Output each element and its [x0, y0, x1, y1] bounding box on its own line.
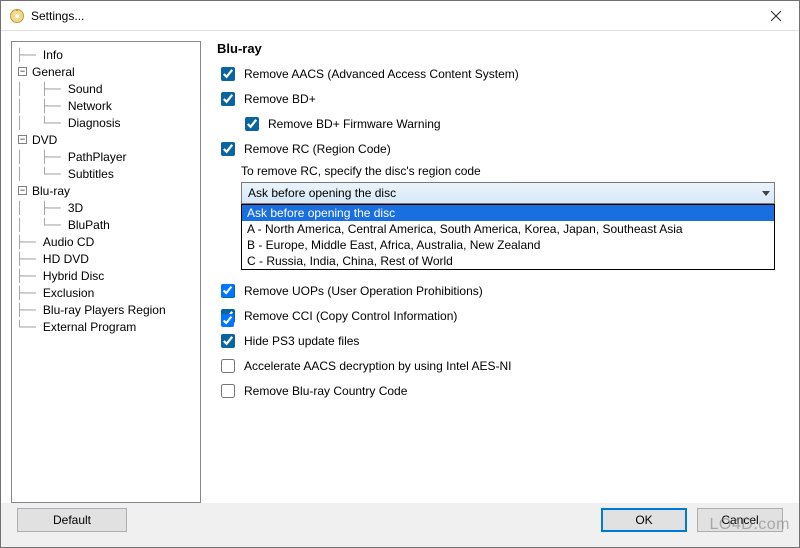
tree-item-label: Blu-ray [30, 184, 72, 198]
section-title: Blu-ray [217, 41, 783, 56]
region-code-option[interactable]: B - Europe, Middle East, Africa, Austral… [242, 237, 774, 253]
tree-item[interactable]: ├── Info [16, 46, 198, 63]
remove-aacs-input[interactable] [221, 67, 235, 81]
navigation-tree[interactable]: ├── Info−General│ ├── Sound│ ├── Network… [11, 41, 201, 503]
remove-rc-checkbox[interactable]: Remove RC (Region Code) [217, 139, 783, 159]
remove-rc-input[interactable] [221, 142, 235, 156]
region-code-option[interactable]: C - Russia, India, China, Rest of World [242, 253, 774, 269]
tree-item[interactable]: −Blu-ray [16, 182, 198, 199]
remove-aacs-checkbox[interactable]: Remove AACS (Advanced Access Content Sys… [217, 64, 783, 84]
tree-item-label: Network [66, 99, 114, 113]
ok-button[interactable]: OK [601, 508, 687, 532]
ok-button-label: OK [635, 513, 652, 527]
remove-bdplus-fw-label: Remove BD+ Firmware Warning [268, 117, 441, 131]
region-code-value: Ask before opening the disc [248, 186, 396, 200]
hide-ps3-input[interactable] [221, 334, 235, 348]
tree-item-label: Hybrid Disc [41, 269, 106, 283]
accel-aacs-input[interactable] [221, 359, 235, 373]
tree-item-label: Info [41, 48, 65, 62]
tree-item[interactable]: └── External Program [16, 318, 198, 335]
region-code-option[interactable]: Ask before opening the disc [242, 205, 774, 221]
remove-uops-checkbox[interactable]: Remove UOPs (User Operation Prohibitions… [217, 281, 783, 301]
cancel-button[interactable]: Cancel [697, 508, 783, 532]
obscured-checkbox-1[interactable] [217, 281, 237, 300]
tree-item-label: Blu-ray Players Region [41, 303, 168, 317]
tree-item[interactable]: ├── Hybrid Disc [16, 267, 198, 284]
tree-item-label: Subtitles [66, 167, 116, 181]
remove-rc-label: Remove RC (Region Code) [244, 142, 391, 156]
rc-subtext: To remove RC, specify the disc's region … [241, 164, 783, 178]
tree-expander-icon[interactable]: − [18, 186, 27, 195]
body: ├── Info−General│ ├── Sound│ ├── Network… [1, 31, 799, 503]
content-panel: Blu-ray Remove AACS (Advanced Access Con… [211, 41, 789, 503]
region-code-combobox[interactable]: Ask before opening the disc [241, 182, 775, 204]
tree-item-label: General [30, 65, 77, 79]
remove-country-code-checkbox[interactable]: Remove Blu-ray Country Code [217, 381, 783, 401]
tree-item-label: BluPath [66, 218, 112, 232]
close-button[interactable] [753, 1, 799, 31]
tree-item[interactable]: │ ├── PathPlayer [16, 148, 198, 165]
tree-item-label: PathPlayer [66, 150, 129, 164]
chevron-down-icon [762, 186, 770, 200]
remove-aacs-label: Remove AACS (Advanced Access Content Sys… [244, 67, 519, 81]
accel-aacs-checkbox[interactable]: Accelerate AACS decryption by using Inte… [217, 356, 783, 376]
remove-bdplus-fw-checkbox[interactable]: Remove BD+ Firmware Warning [241, 114, 783, 134]
tree-item-label: External Program [41, 320, 138, 334]
accel-aacs-label: Accelerate AACS decryption by using Inte… [244, 359, 511, 373]
tree-item-label: Sound [66, 82, 105, 96]
tree-item-label: DVD [30, 133, 59, 147]
hide-ps3-checkbox[interactable]: Hide PS3 update files [217, 331, 783, 351]
tree-item[interactable]: ├── Blu-ray Players Region [16, 301, 198, 318]
remove-country-code-input[interactable] [221, 384, 235, 398]
default-button[interactable]: Default [17, 508, 127, 532]
tree-item[interactable]: ├── HD DVD [16, 250, 198, 267]
tree-item-label: Diagnosis [66, 116, 123, 130]
tree-item[interactable]: │ ├── 3D [16, 199, 198, 216]
remove-cci-label: Remove CCI (Copy Control Information) [244, 309, 457, 323]
tree-item[interactable]: −DVD [16, 131, 198, 148]
tree-item[interactable]: │ └── BluPath [16, 216, 198, 233]
tree-item-label: Exclusion [41, 286, 96, 300]
tree-item-label: Audio CD [41, 235, 96, 249]
remove-cci-checkbox[interactable]: Remove CCI (Copy Control Information) [217, 306, 783, 326]
tree-item-label: 3D [66, 201, 85, 215]
region-code-dropdown[interactable]: Ask before opening the discA - North Ame… [241, 204, 775, 270]
default-button-label: Default [53, 513, 91, 527]
footer: Default OK Cancel [1, 503, 799, 547]
remove-country-code-label: Remove Blu-ray Country Code [244, 384, 407, 398]
close-icon [771, 11, 781, 21]
remove-bdplus-label: Remove BD+ [244, 92, 316, 106]
remove-uops-label: Remove UOPs (User Operation Prohibitions… [244, 284, 483, 298]
obscured-checkbox-2[interactable] [217, 311, 237, 330]
tree-expander-icon[interactable]: − [18, 67, 27, 76]
tree-expander-icon[interactable]: − [18, 135, 27, 144]
region-code-option[interactable]: A - North America, Central America, Sout… [242, 221, 774, 237]
tree-item[interactable]: │ └── Diagnosis [16, 114, 198, 131]
hide-ps3-label: Hide PS3 update files [244, 334, 359, 348]
cancel-button-label: Cancel [721, 513, 758, 527]
tree-item[interactable]: │ ├── Sound [16, 80, 198, 97]
tree-item-label: HD DVD [41, 252, 91, 266]
settings-window: Settings... ├── Info−General│ ├── Sound│… [0, 0, 800, 548]
window-title: Settings... [31, 9, 753, 23]
remove-bdplus-fw-input[interactable] [245, 117, 259, 131]
tree-item[interactable]: ├── Exclusion [16, 284, 198, 301]
tree-item[interactable]: │ ├── Network [16, 97, 198, 114]
tree-item[interactable]: ├── Audio CD [16, 233, 198, 250]
tree-item[interactable]: −General [16, 63, 198, 80]
remove-bdplus-checkbox[interactable]: Remove BD+ [217, 89, 783, 109]
titlebar: Settings... [1, 1, 799, 31]
app-icon [9, 8, 25, 24]
remove-bdplus-input[interactable] [221, 92, 235, 106]
tree-item[interactable]: │ └── Subtitles [16, 165, 198, 182]
